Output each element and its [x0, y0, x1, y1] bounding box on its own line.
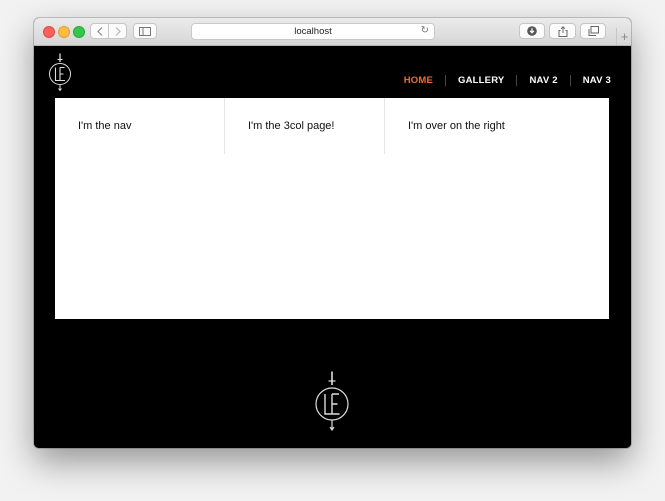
right-column: I'm over on the right — [385, 98, 609, 154]
tabs-icon — [588, 26, 599, 36]
share-icon — [558, 25, 567, 37]
download-button[interactable] — [519, 23, 545, 39]
le-dagger-logo-icon[interactable] — [48, 53, 72, 91]
forward-button[interactable] — [108, 24, 126, 38]
footer-le-dagger-logo-icon — [315, 371, 349, 431]
chevron-right-icon — [115, 26, 121, 36]
three-column-content: I'm the nav I'm the 3col page! I'm over … — [55, 98, 609, 319]
back-button[interactable] — [91, 24, 108, 38]
page-viewport: HOME GALLERY NAV 2 NAV 3 I'm the nav I'm… — [34, 46, 631, 448]
browser-window: localhost ↻ + HOME GALLERY NAV 2 NAV 3 I… — [34, 18, 631, 448]
new-tab-button[interactable]: + — [616, 28, 631, 45]
chevron-left-icon — [96, 26, 102, 36]
nav-gallery[interactable]: GALLERY — [445, 75, 516, 86]
site-nav: HOME GALLERY NAV 2 NAV 3 — [392, 75, 611, 86]
address-bar[interactable]: localhost ↻ — [191, 23, 435, 40]
browser-toolbar: localhost ↻ + — [34, 18, 631, 46]
address-text: localhost — [294, 26, 332, 37]
sidebar-button[interactable] — [133, 23, 157, 39]
zoom-window-button[interactable] — [73, 26, 85, 38]
center-column: I'm the 3col page! — [225, 98, 385, 154]
nav-3[interactable]: NAV 3 — [569, 75, 611, 86]
nav-home[interactable]: HOME — [392, 75, 445, 86]
left-column-text: I'm the nav — [78, 120, 132, 132]
history-nav-group — [90, 23, 127, 39]
right-column-text: I'm over on the right — [408, 120, 505, 132]
center-column-text: I'm the 3col page! — [248, 120, 335, 132]
download-icon — [527, 26, 537, 36]
close-window-button[interactable] — [43, 26, 55, 38]
show-tabs-button[interactable] — [580, 23, 606, 39]
sidebar-icon — [139, 26, 151, 36]
reload-icon[interactable]: ↻ — [421, 26, 429, 36]
left-column: I'm the nav — [55, 98, 225, 154]
minimize-window-button[interactable] — [58, 26, 70, 38]
share-button[interactable] — [549, 23, 576, 39]
nav-2[interactable]: NAV 2 — [516, 75, 569, 86]
